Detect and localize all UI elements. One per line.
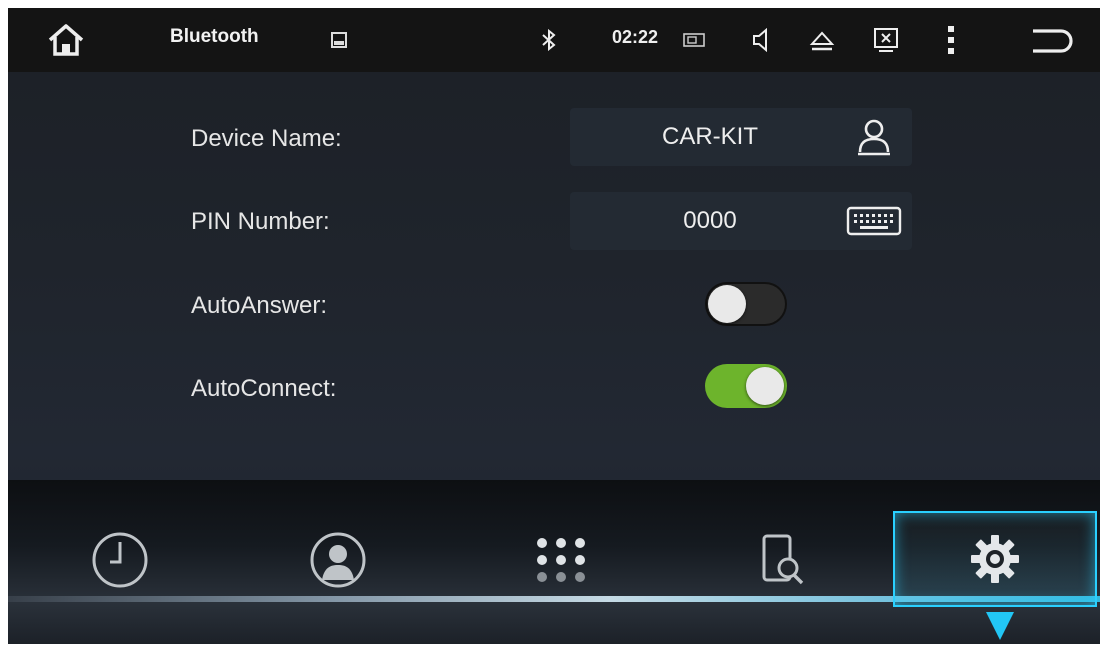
screen-icon[interactable] <box>683 31 705 49</box>
bluetooth-icon <box>540 28 558 52</box>
search-device-icon <box>762 534 804 585</box>
auto-connect-label: AutoConnect: <box>191 375 337 402</box>
auto-answer-toggle[interactable] <box>705 282 787 326</box>
home-icon[interactable] <box>46 22 86 58</box>
nav-recent-calls[interactable] <box>20 513 220 607</box>
bluetooth-screen: Bluetooth 02:22 Device Name: CAR-KIT PIN… <box>8 8 1100 644</box>
volume-icon[interactable] <box>750 27 772 53</box>
device-name-value: CAR-KIT <box>662 123 758 150</box>
toggle-knob <box>746 367 784 405</box>
auto-answer-label: AutoAnswer: <box>191 292 328 319</box>
pin-label: PIN Number: <box>191 208 330 235</box>
more-icon[interactable] <box>944 24 958 56</box>
active-tab-pointer <box>986 612 1014 640</box>
nav-search-device[interactable] <box>682 513 882 607</box>
user-edit-icon[interactable] <box>854 118 894 156</box>
device-name-label: Device Name: <box>191 125 342 152</box>
pin-value: 0000 <box>683 207 737 234</box>
close-window-icon[interactable] <box>872 26 900 54</box>
gear-icon <box>971 535 1019 583</box>
clock: 02:22 <box>612 27 659 47</box>
eject-icon[interactable] <box>808 29 836 53</box>
auto-connect-toggle[interactable] <box>705 364 787 408</box>
back-icon[interactable] <box>1026 24 1076 56</box>
nav-contacts[interactable] <box>238 513 438 607</box>
clock-icon <box>92 532 148 588</box>
nav-dialpad[interactable] <box>461 513 661 607</box>
keyboard-icon[interactable] <box>844 202 904 240</box>
device-name-field[interactable]: CAR-KIT <box>570 108 912 166</box>
dialpad-icon <box>537 538 585 582</box>
contact-icon <box>310 532 366 588</box>
status-bar: Bluetooth 02:22 <box>8 8 1100 72</box>
pin-field[interactable]: 0000 <box>570 192 912 250</box>
nav-settings[interactable] <box>893 511 1097 607</box>
screen-title: Bluetooth <box>170 26 259 47</box>
toggle-knob <box>708 285 746 323</box>
gallery-icon <box>330 31 348 49</box>
